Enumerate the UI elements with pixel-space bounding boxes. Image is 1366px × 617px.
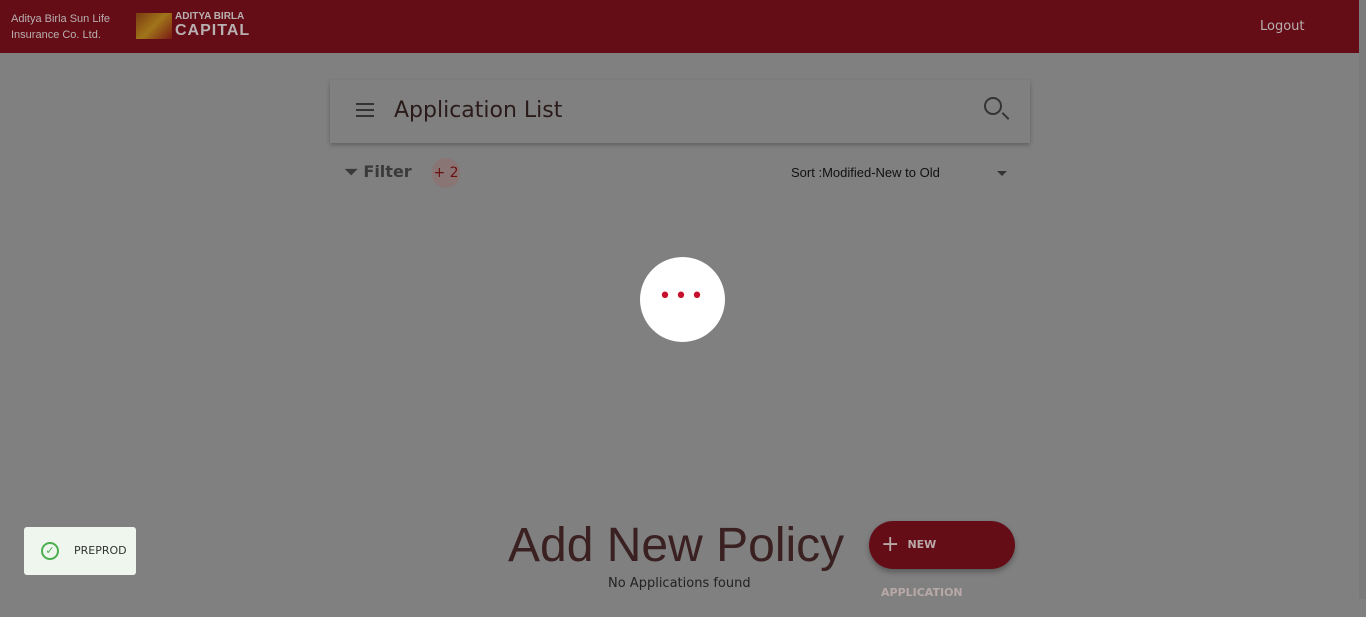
sort-value: Modified-New to Old (822, 165, 940, 180)
plus-icon: + (881, 532, 900, 557)
filter-icon: ⏷ (345, 162, 358, 181)
menu-icon[interactable] (356, 103, 374, 121)
empty-state-text: No Applications found (608, 576, 751, 591)
loading-spinner: ••• (640, 257, 725, 342)
chevron-down-icon[interactable] (997, 171, 1007, 181)
sort-label: Sort : (791, 165, 823, 180)
page-title: Application List (394, 98, 563, 123)
capital-logo-text: ADITYA BIRLA CAPITAL (175, 11, 250, 39)
filter-label: Filter (363, 162, 412, 181)
check-circle-icon: ✓ (41, 542, 59, 560)
app-header: Aditya Birla Sun Life Insurance Co. Ltd. … (0, 0, 1359, 53)
environment-label: PREPROD (74, 544, 127, 557)
brand-text: Aditya Birla Sun Life Insurance Co. Ltd. (11, 11, 110, 43)
filter-button[interactable]: ⏷ Filter (345, 162, 412, 182)
logo-bottom: CAPITAL (175, 22, 251, 39)
scrollbar[interactable] (1359, 0, 1366, 599)
environment-badge: ✓ PREPROD (24, 527, 136, 575)
sort-select[interactable]: Sort :Modified-New to Old (791, 165, 940, 180)
brand-line-2: Insurance Co. Ltd. (11, 29, 101, 41)
new-application-button[interactable]: + NEW APPLICATION (869, 521, 1015, 599)
logout-link[interactable]: Logout (1260, 19, 1305, 34)
filter-count-badge[interactable]: + 2 (432, 158, 460, 188)
search-icon[interactable] (984, 97, 1002, 115)
brand-line-1: Aditya Birla Sun Life (11, 13, 111, 25)
aditya-birla-logo-icon (136, 13, 172, 39)
add-new-policy-heading: Add New Policy (508, 519, 845, 572)
app-list-toolbar: Application List (330, 80, 1030, 143)
